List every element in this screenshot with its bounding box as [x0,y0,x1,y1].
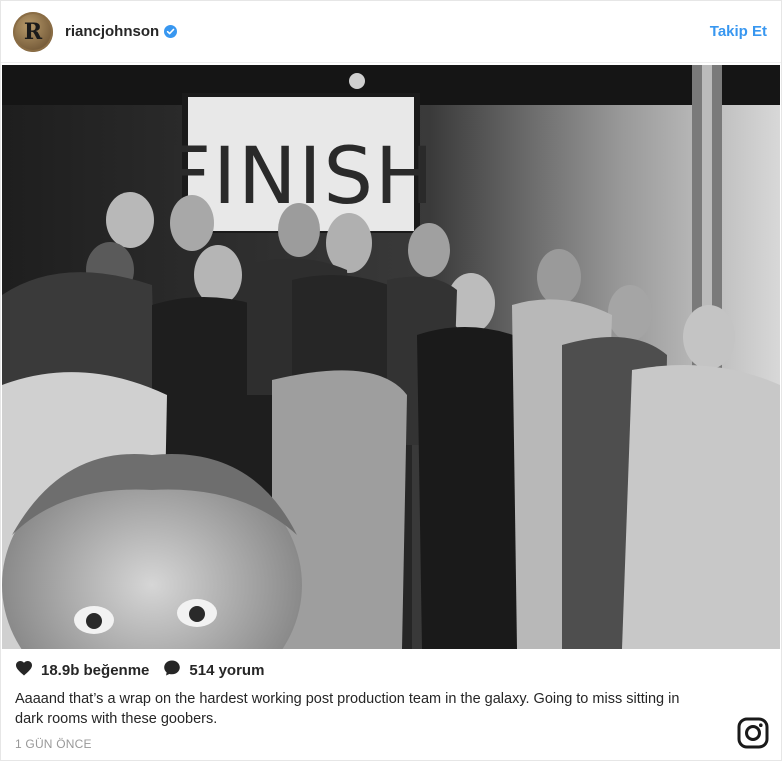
post-caption: Aaaand that’s a wrap on the hardest work… [15,691,680,727]
post-stats: 18.9b beğenme 514 yorum [15,651,767,689]
post-footer: 18.9b beğenme 514 yorum Aaaand that’s a … [1,651,781,761]
avatar-letter: R [23,18,43,45]
follow-button[interactable]: Takip Et [710,23,769,40]
avatar[interactable]: R [13,11,53,52]
likes-count: 18.9b beğenme [41,661,150,679]
instagram-logo-icon[interactable] [737,717,769,749]
likes-stat[interactable]: 18.9b beğenme [15,660,149,680]
comments-count: 514 yorum [189,661,265,679]
heart-icon[interactable] [15,660,41,680]
post-header: R riancjohnson Takip Et [1,1,781,63]
instagram-post-card: R riancjohnson Takip Et FINISH 18.9b beğ… [0,0,782,761]
username-link[interactable]: riancjohnson [65,23,159,40]
post-photo[interactable]: FINISH [2,65,780,649]
comment-bubble-icon[interactable] [163,659,189,681]
verified-badge-icon [164,25,178,38]
comments-stat[interactable]: 514 yorum [163,659,264,681]
post-timestamp: 1 GÜN ÖNCE [15,737,92,751]
